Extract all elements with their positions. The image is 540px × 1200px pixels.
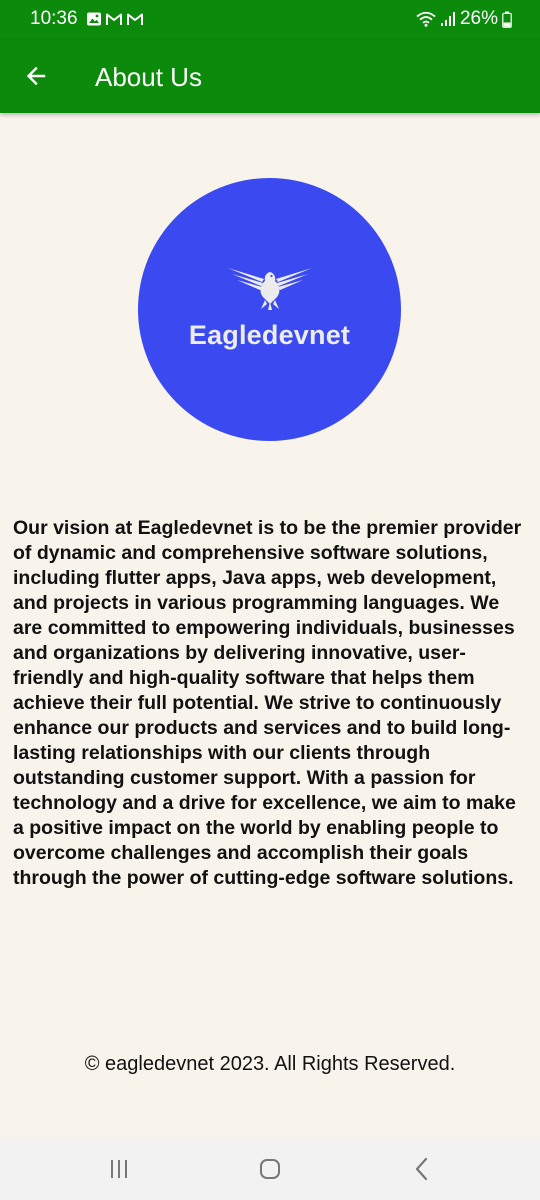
recents-button[interactable] [97,1149,141,1189]
page-title: About Us [95,62,202,92]
gallery-icon [87,12,101,26]
system-navigation-bar [0,1137,540,1200]
signal-icon [440,12,455,26]
nav-back-button[interactable] [400,1149,444,1189]
recents-icon [111,1160,127,1178]
status-bar: 10:36 26% [0,0,540,40]
battery-icon [502,11,512,28]
wifi-icon [416,11,436,27]
notification-icons [86,11,144,27]
home-button[interactable] [248,1149,292,1189]
eagle-icon [228,268,312,310]
back-icon [415,1157,428,1181]
vision-statement: Our vision at Eagledevnet is to be the p… [13,517,522,889]
logo-text: Eagledevnet [188,320,351,350]
company-logo: Eagledevnet [138,178,401,441]
back-button[interactable] [14,54,58,98]
system-icons: 26% [416,8,512,30]
gmail-icon [127,13,143,25]
copyright-text: © eagledevnet 2023. All Rights Reserved. [84,1053,456,1075]
home-icon [260,1159,280,1179]
app-bar: About Us [0,40,540,113]
status-time: 10:36 [30,8,78,29]
gmail-icon [106,13,122,25]
arrow-back-icon [26,66,46,86]
battery-percent: 26% [459,8,498,29]
